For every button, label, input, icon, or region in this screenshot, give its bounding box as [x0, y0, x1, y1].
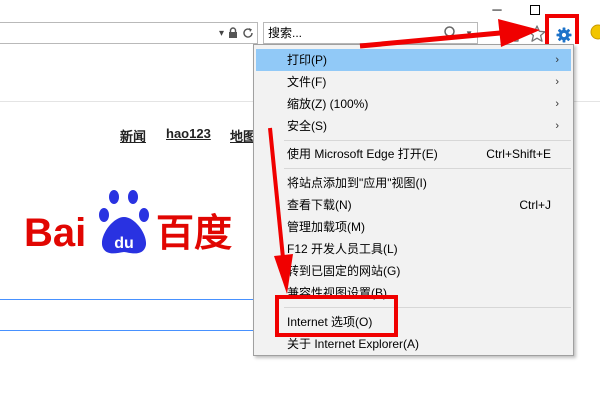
lock-icon [229, 27, 237, 38]
dropdown-arrow-icon[interactable]: ▾ [219, 28, 224, 39]
menu-item-view-downloads[interactable]: 查看下载(N) Ctrl+J [256, 194, 571, 216]
menu-item-label: 安全(S) [287, 119, 327, 133]
minimize-icon[interactable]: ─ [488, 2, 506, 18]
menu-item-pinned-sites[interactable]: 转到已固定的网站(G) [256, 260, 571, 282]
menu-item-print[interactable]: 打印(P) › [256, 49, 571, 71]
smiley-icon[interactable] [590, 24, 600, 40]
address-bar[interactable]: ▾ [0, 22, 258, 44]
menu-divider [284, 168, 571, 169]
menu-item-shortcut: Ctrl+J [519, 198, 551, 212]
menu-item-manage-addons[interactable]: 管理加载项(M) [256, 216, 571, 238]
menu-item-label: 转到已固定的网站(G) [287, 264, 401, 278]
menu-item-safety[interactable]: 安全(S) › [256, 115, 571, 137]
logo-text-bai: Bai [24, 211, 86, 255]
maximize-icon[interactable] [526, 2, 544, 18]
nav-link-hao123[interactable]: hao123 [166, 126, 211, 141]
menu-item-label: F12 开发人员工具(L) [287, 242, 398, 256]
menu-item-zoom[interactable]: 缩放(Z) (100%) › [256, 93, 571, 115]
menu-item-open-in-edge[interactable]: 使用 Microsoft Edge 打开(E) Ctrl+Shift+E [256, 143, 571, 165]
menu-item-developer-tools[interactable]: F12 开发人员工具(L) [256, 238, 571, 260]
search-input[interactable] [268, 25, 448, 41]
refresh-icon[interactable] [242, 27, 254, 39]
internet-options-annotation-box [275, 295, 398, 337]
search-box[interactable]: ▼ [263, 22, 478, 44]
menu-item-label: 缩放(Z) (100%) [287, 97, 369, 111]
search-icon[interactable] [443, 25, 459, 41]
menu-divider [284, 140, 571, 141]
menu-item-file[interactable]: 文件(F) › [256, 71, 571, 93]
logo-text-baidu-cn: 百度 [156, 211, 232, 255]
submenu-arrow-icon: › [555, 120, 559, 132]
menu-item-label: 关于 Internet Explorer(A) [287, 337, 420, 351]
submenu-arrow-icon: › [555, 76, 559, 88]
home-icon[interactable] [503, 24, 523, 44]
baidu-search-input[interactable] [0, 299, 278, 331]
menu-item-label: 管理加载项(M) [287, 220, 365, 234]
menu-item-label: 将站点添加到"应用"视图(I) [287, 176, 427, 190]
menu-item-label: 查看下载(N) [287, 198, 352, 212]
baidu-logo[interactable]: Bai du 百度 [24, 186, 264, 258]
menu-item-add-site-to-apps[interactable]: 将站点添加到"应用"视图(I) [256, 172, 571, 194]
logo-text-du: du [114, 235, 134, 252]
submenu-arrow-icon: › [555, 54, 559, 66]
menu-item-label: 打印(P) [287, 53, 327, 67]
menu-item-shortcut: Ctrl+Shift+E [486, 147, 551, 161]
title-bar: ─ ▾ ▼ [0, 0, 600, 52]
search-dropdown-icon[interactable]: ▼ [465, 29, 473, 38]
menu-item-label: 文件(F) [287, 75, 327, 89]
gear-icon[interactable] [556, 27, 572, 43]
submenu-arrow-icon: › [555, 98, 559, 110]
nav-link-news[interactable]: 新闻 [120, 126, 146, 145]
favorites-star-icon[interactable] [527, 24, 547, 44]
menu-item-label: 使用 Microsoft Edge 打开(E) [287, 147, 438, 161]
